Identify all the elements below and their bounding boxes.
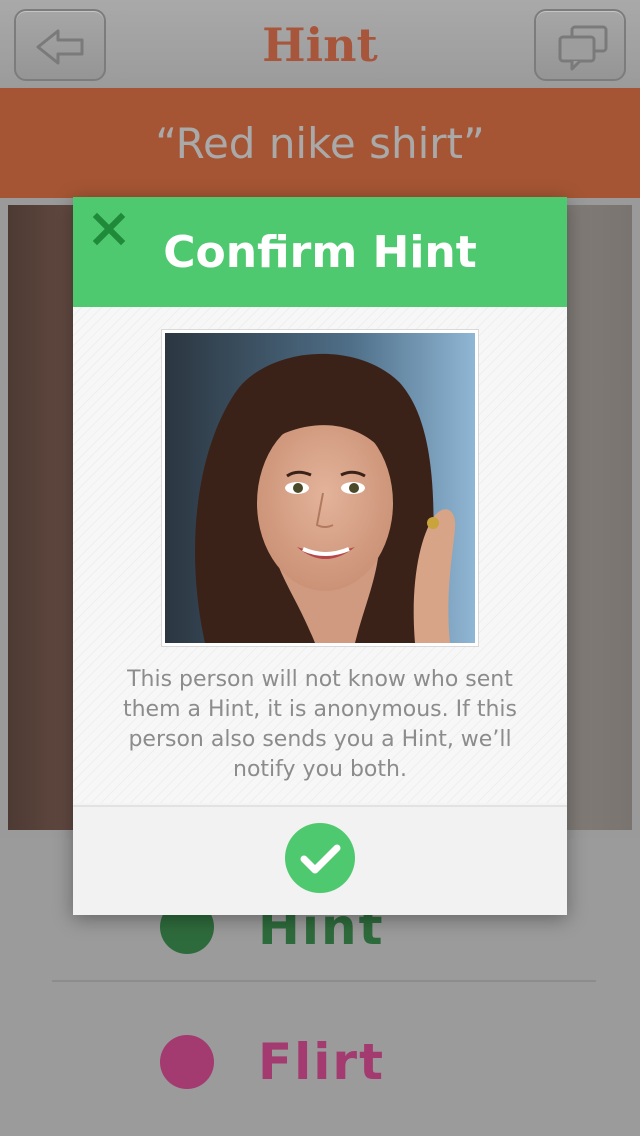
flirt-choice-button[interactable]: Flirt [160,1033,385,1091]
dialog-header: Confirm Hint [73,197,567,307]
choice-divider [52,980,596,982]
hint-prompt-text: “Red nike shirt” [155,118,485,168]
flirt-leaf-icon [160,1035,214,1089]
dialog-footer [73,805,567,915]
confirm-hint-dialog: Confirm Hint This person will not know w… [73,197,567,915]
hint-prompt-bar: “Red nike shirt” [0,88,640,198]
close-x-icon[interactable] [91,211,127,247]
profile-photo-frame [161,329,479,647]
top-bar: Hint [0,0,640,88]
chat-bubbles-icon [558,25,608,71]
profile-photo [165,333,475,643]
flirt-choice-label: Flirt [258,1033,385,1091]
checkmark-icon[interactable] [284,822,356,894]
messages-button[interactable] [534,9,626,81]
dialog-message: This person will not know who sent them … [122,667,517,782]
dialog-title: Confirm Hint [163,226,477,278]
dialog-body: This person will not know who sent them … [73,307,567,803]
